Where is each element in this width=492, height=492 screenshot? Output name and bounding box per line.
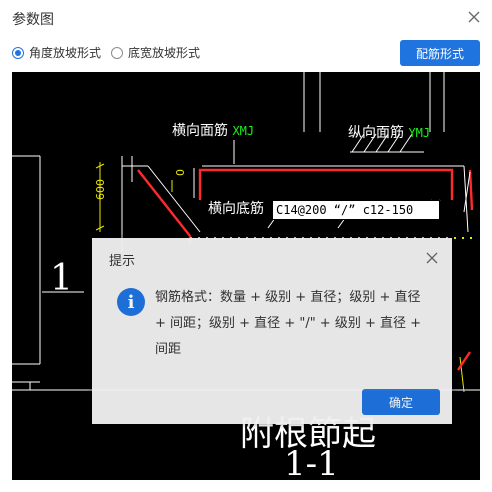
section-number: 1 <box>50 258 73 299</box>
dialog-close-icon[interactable] <box>425 250 439 264</box>
section-label: 1-1 <box>284 444 339 480</box>
radio-width-slope[interactable]: 底宽放坡形式 <box>111 44 200 61</box>
transverse-top-rebar-label: 横向面筋 XMJ <box>172 123 255 139</box>
prompt-dialog: 提示 i 钢筋格式：数量 + 级别 + 直径；级别 + 直径 + 间距；级别 +… <box>92 238 452 424</box>
radio-checked-icon <box>12 46 24 59</box>
longitudinal-top-rebar-label: 纵向面筋 YMJ <box>348 125 431 141</box>
window-title: 参数图 <box>12 12 54 28</box>
radio-angle-slope[interactable]: 角度放坡形式 <box>12 44 101 61</box>
dialog-message: 钢筋格式：数量 + 级别 + 直径；级别 + 直径 + 间距；级别 + 直径 +… <box>155 290 422 357</box>
rebar-form-button[interactable]: 配筋形式 <box>400 40 480 66</box>
dimension-600: 600 <box>94 179 107 200</box>
radio-unchecked-icon <box>111 46 123 59</box>
transverse-top-rebar-code: XMJ <box>232 124 255 138</box>
dimension-0: 0 <box>174 169 187 176</box>
title-bar: 参数图 <box>0 0 492 36</box>
ok-button[interactable]: 确定 <box>362 389 440 415</box>
dialog-title: 提示 <box>109 254 136 269</box>
longitudinal-top-rebar-code: YMJ <box>408 126 431 140</box>
transverse-bottom-rebar-label: 横向底筋 <box>208 201 264 217</box>
close-icon[interactable] <box>466 9 482 25</box>
radio-width-label: 底宽放坡形式 <box>128 46 201 60</box>
info-icon: i <box>117 288 145 316</box>
radio-angle-label: 角度放坡形式 <box>29 46 102 60</box>
rebar-value-input[interactable]: C14@200 “/” c12-150 <box>272 200 440 220</box>
